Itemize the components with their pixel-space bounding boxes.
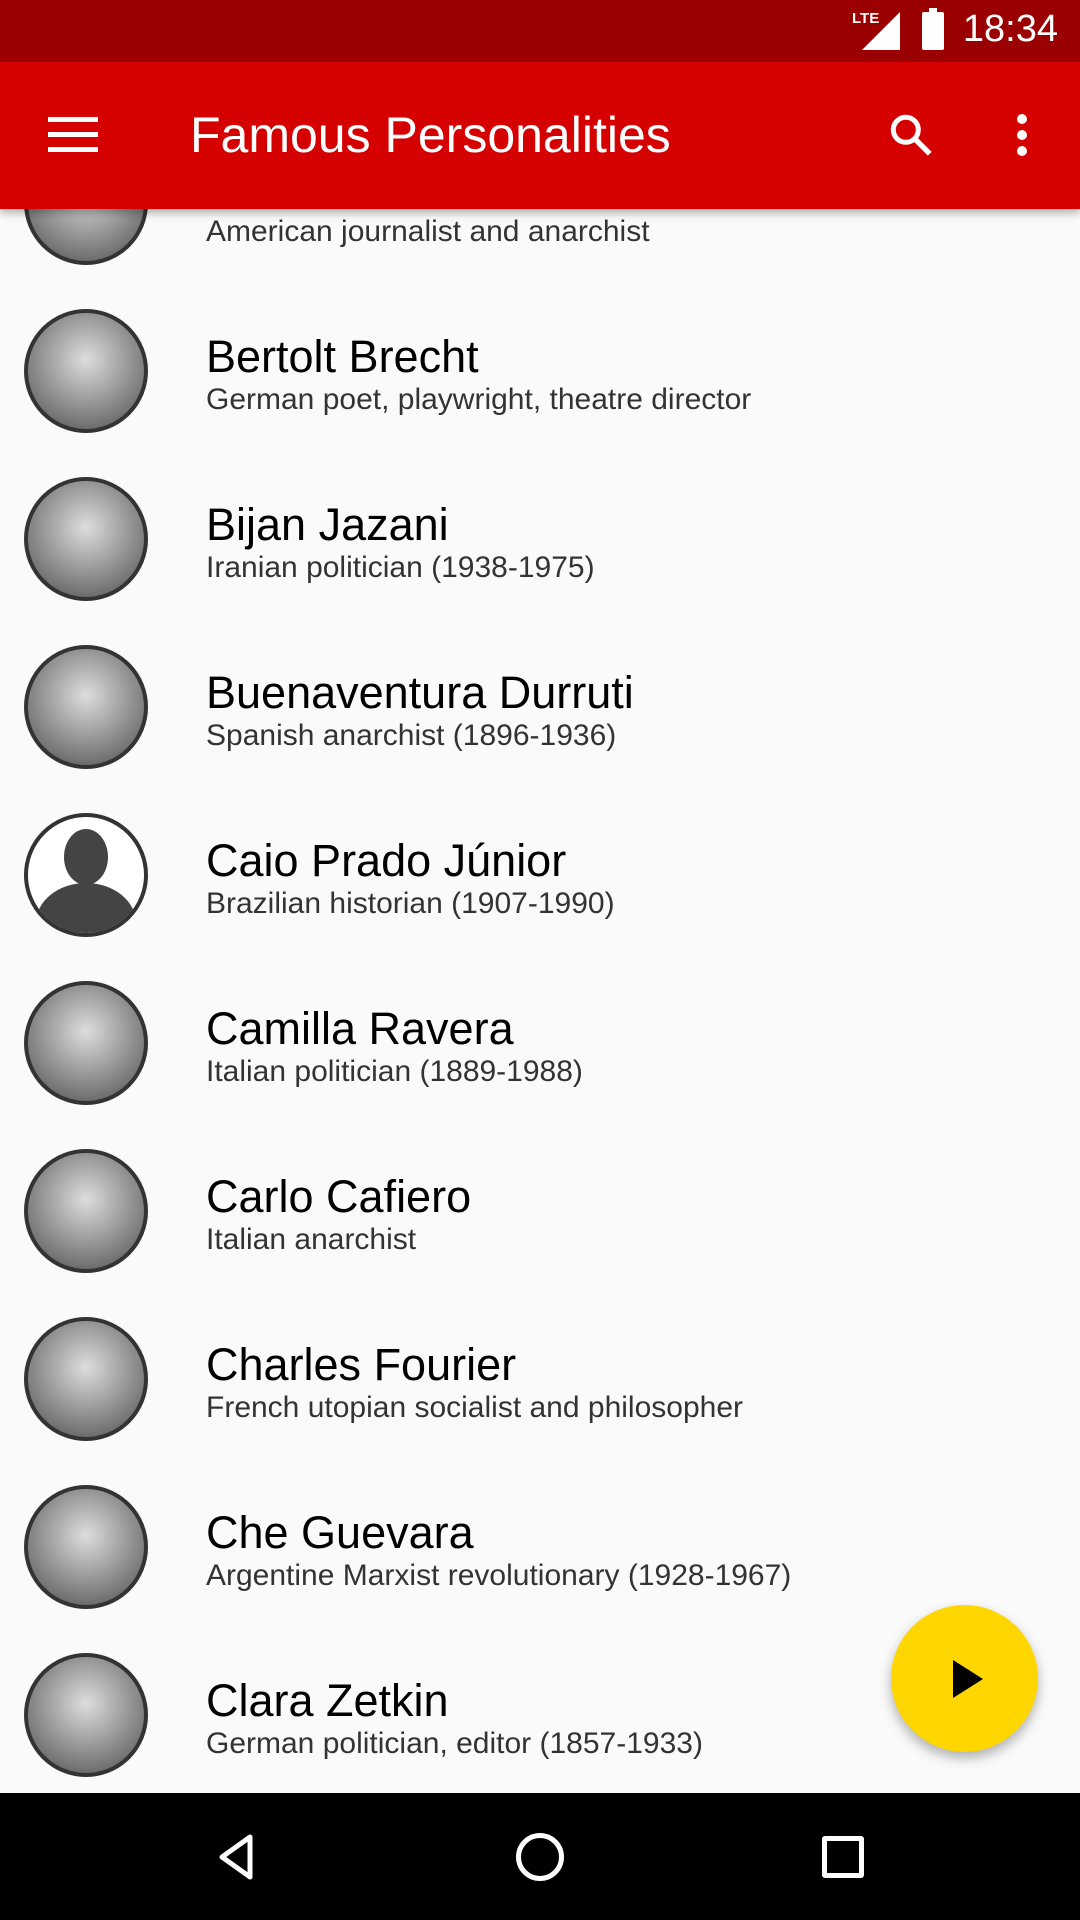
avatar [24, 1149, 148, 1273]
person-description: German politician, editor (1857-1933) [206, 1727, 703, 1760]
person-name: Caio Prado Júnior [206, 835, 567, 886]
person-name: Clara Zetkin [206, 1675, 449, 1726]
person-description: Brazilian historian (1907-1990) [206, 887, 615, 920]
more-vert-icon[interactable] [1010, 114, 1034, 158]
person-description: French utopian socialist and philosopher [206, 1391, 743, 1424]
avatar [24, 477, 148, 601]
signal-icon [862, 12, 900, 50]
home-icon[interactable] [516, 1833, 564, 1881]
avatar [24, 1317, 148, 1441]
list-item[interactable]: Charles Fourier French utopian socialist… [0, 1295, 1080, 1463]
person-name: Bertolt Brecht [206, 331, 479, 382]
back-icon[interactable] [216, 1833, 256, 1881]
person-description: Iranian politician (1938-1975) [206, 551, 595, 584]
person-description: German poet, playwright, theatre directo… [206, 383, 752, 416]
list-item[interactable]: Camilla Ravera Italian politician (1889-… [0, 959, 1080, 1127]
clock: 18:34 [962, 8, 1058, 50]
hamburger-menu-icon[interactable] [48, 117, 98, 153]
person-description: Italian politician (1889-1988) [206, 1055, 583, 1088]
list-item[interactable]: Bijan Jazani Iranian politician (1938-19… [0, 455, 1080, 623]
avatar [24, 813, 148, 937]
avatar [24, 981, 148, 1105]
person-name: Buenaventura Durruti [206, 667, 634, 718]
page-title: Famous Personalities [190, 107, 671, 163]
list-item[interactable]: Carlo Cafiero Italian anarchist [0, 1127, 1080, 1295]
list-item[interactable]: Buenaventura Durruti Spanish anarchist (… [0, 623, 1080, 791]
list-item[interactable]: Caio Prado Júnior Brazilian historian (1… [0, 791, 1080, 959]
list-item[interactable]: Che Guevara Argentine Marxist revolution… [0, 1463, 1080, 1631]
personalities-list: American journalist and anarchist Bertol… [0, 119, 1080, 1799]
play-fab-button[interactable] [891, 1605, 1038, 1752]
battery-charging-icon [922, 8, 944, 50]
person-name: Charles Fourier [206, 1339, 517, 1390]
search-icon[interactable] [886, 110, 936, 160]
person-name: Che Guevara [206, 1507, 474, 1558]
person-description: Argentine Marxist revolutionary (1928-19… [206, 1559, 792, 1592]
navigation-bar [0, 1793, 1080, 1920]
avatar [24, 645, 148, 769]
avatar [24, 309, 148, 433]
list-item[interactable]: Bertolt Brecht German poet, playwright, … [0, 287, 1080, 455]
person-description: American journalist and anarchist [206, 215, 650, 248]
recents-icon[interactable] [822, 1836, 864, 1878]
avatar [24, 1485, 148, 1609]
person-name: Camilla Ravera [206, 1003, 514, 1054]
app-toolbar: Famous Personalities [0, 62, 1080, 209]
person-name: Bijan Jazani [206, 499, 449, 550]
person-description: Spanish anarchist (1896-1936) [206, 719, 617, 752]
person-name: Carlo Cafiero [206, 1171, 472, 1222]
avatar [24, 1653, 148, 1777]
status-bar: LTE 18:34 [0, 0, 1080, 62]
person-description: Italian anarchist [206, 1223, 417, 1256]
